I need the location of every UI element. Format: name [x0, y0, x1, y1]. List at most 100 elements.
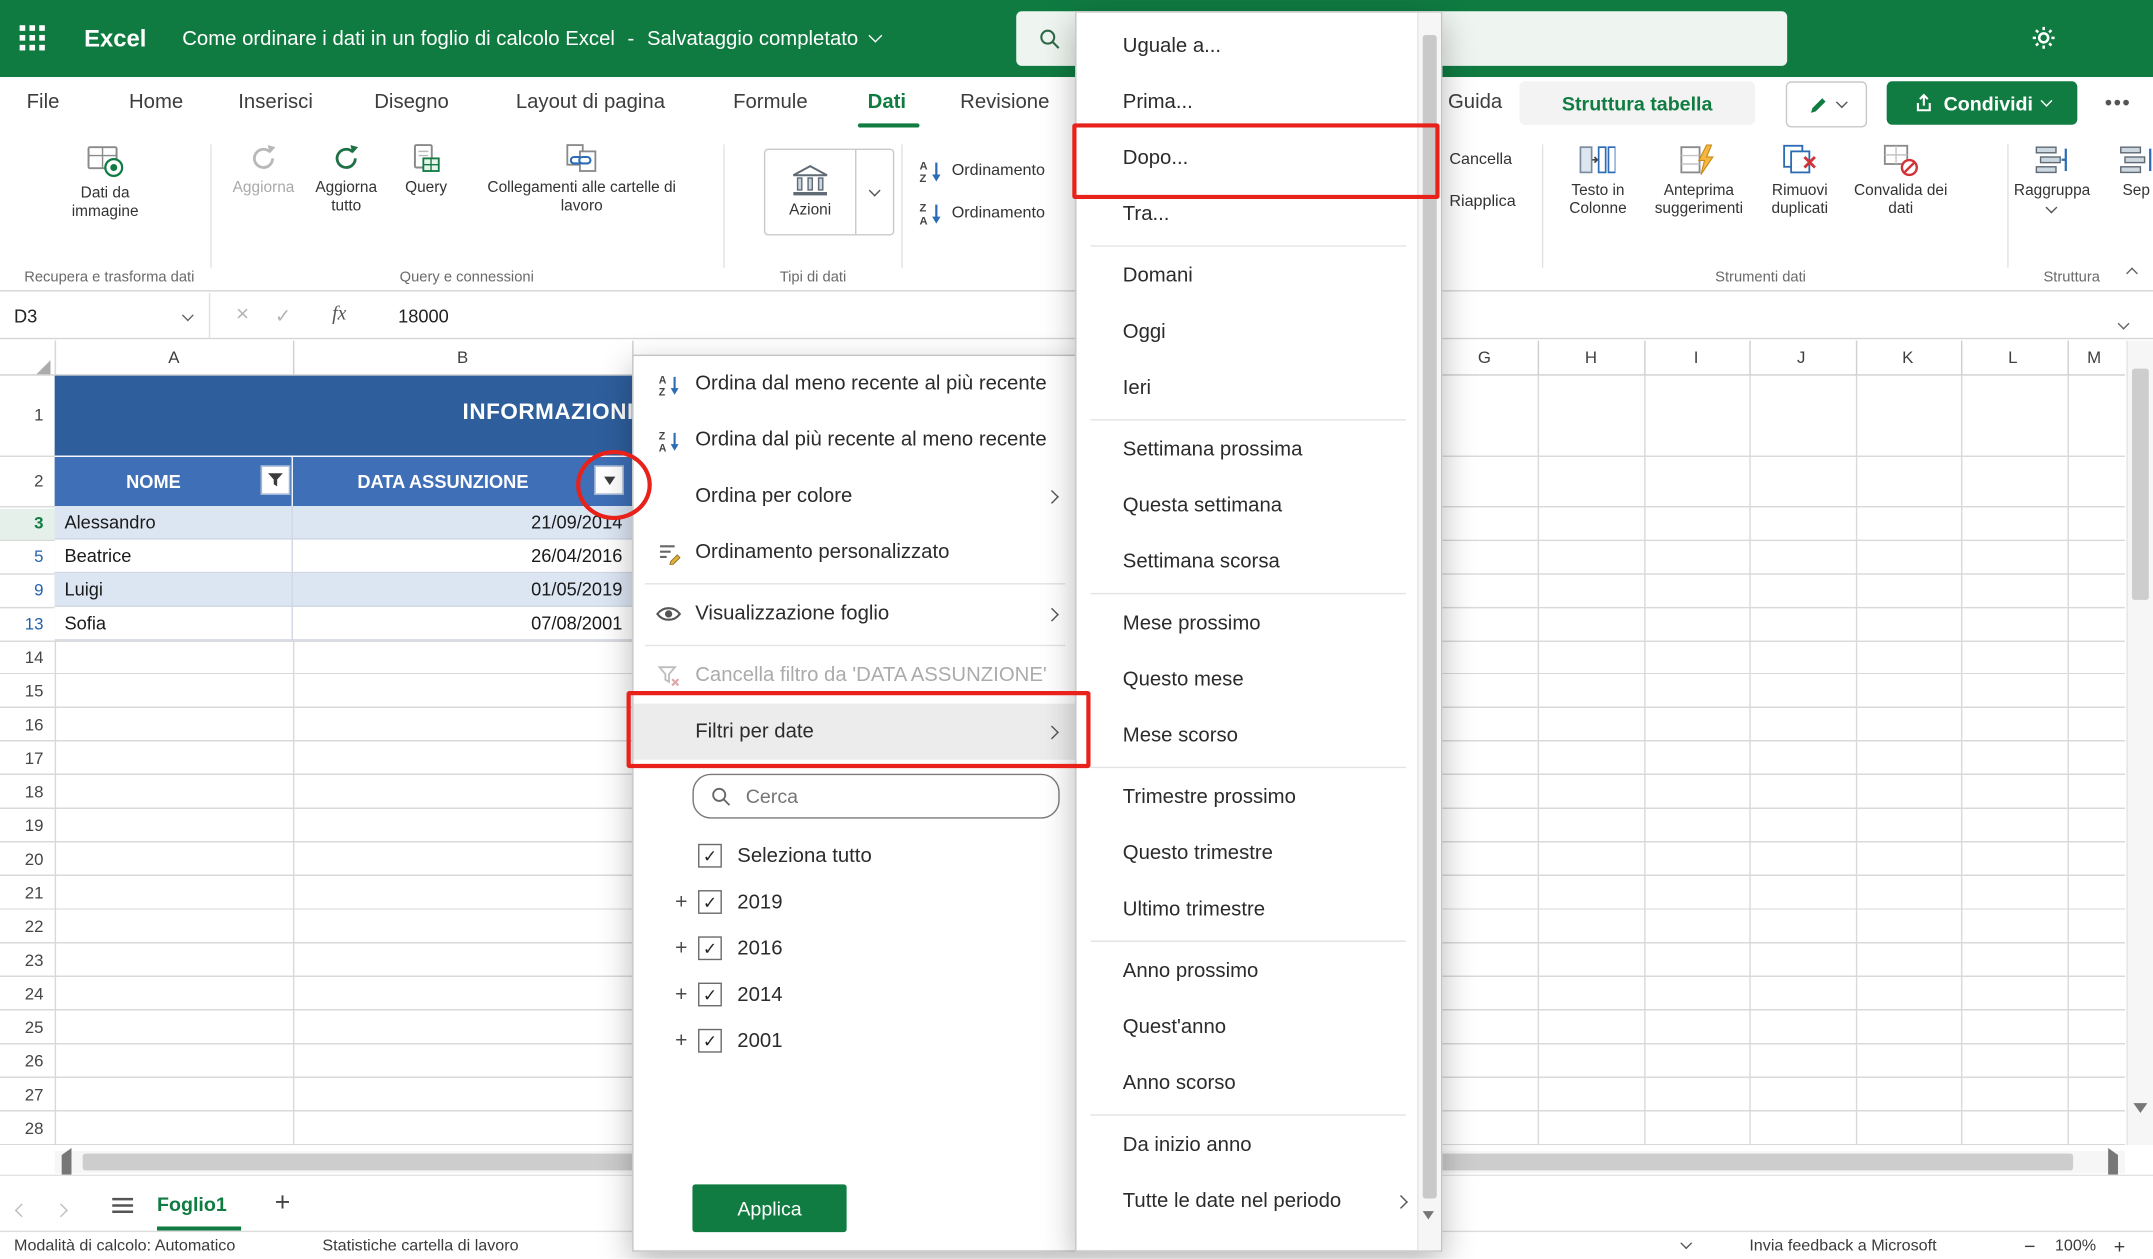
reapply-filter-button[interactable]: Riapplica [1449, 186, 1515, 217]
flash-fill-button[interactable]: Anteprima suggerimenti [1655, 143, 1743, 219]
checkbox-checked[interactable]: ✓ [698, 1029, 722, 1053]
more-options-icon[interactable]: ••• [2094, 81, 2142, 124]
row-header-23[interactable]: 23 [0, 950, 43, 970]
insert-function-fx-icon[interactable]: fx [321, 293, 357, 338]
status-options-chevron-icon[interactable] [1682, 1232, 1690, 1259]
menu-item-last-quarter[interactable]: Ultimo trimestre [1077, 882, 1420, 938]
select-all-corner[interactable] [36, 360, 50, 374]
actions-dropdown[interactable] [856, 150, 892, 234]
col-header-I[interactable]: I [1694, 348, 1699, 368]
filter-option-2014[interactable]: + ✓ 2014 [634, 971, 1077, 1017]
col-header-J[interactable]: J [1797, 348, 1805, 368]
row-header-9[interactable]: 9 [0, 580, 43, 600]
data-validation-button[interactable]: Convalida dei dati [1854, 143, 1947, 219]
menu-item-yesterday[interactable]: Ieri [1077, 360, 1420, 416]
col-header-K[interactable]: K [1902, 348, 1913, 368]
zoom-out-icon[interactable]: − [2024, 1232, 2035, 1259]
ungroup-rows-button[interactable]: Sep [2118, 143, 2153, 200]
tab-home[interactable]: Home [129, 77, 183, 127]
row-header-17[interactable]: 17 [0, 749, 43, 769]
menu-item-this-quarter[interactable]: Questo trimestre [1077, 826, 1420, 882]
refresh-button-disabled[interactable]: Aggiorna [233, 143, 295, 198]
row-header-14[interactable]: 14 [0, 648, 43, 668]
row-header-2[interactable]: 2 [0, 471, 43, 491]
row-header-15[interactable]: 15 [0, 681, 43, 701]
all-sheets-menu-icon[interactable] [112, 1196, 133, 1221]
formula-cancel-icon[interactable]: × [227, 293, 258, 338]
cell-b5[interactable]: 26/04/2016 [293, 540, 632, 574]
menu-item-equals[interactable]: Uguale a... [1077, 18, 1420, 74]
cell-b13[interactable]: 07/08/2001 [293, 607, 632, 641]
nome-filter-button[interactable] [261, 465, 290, 494]
tab-dati[interactable]: Dati [868, 77, 906, 127]
row-header-28[interactable]: 28 [0, 1119, 43, 1139]
menu-item-sort-by-color[interactable]: Ordina per colore [634, 468, 1077, 524]
menu-item-before[interactable]: Prima... [1077, 74, 1420, 130]
row-header-19[interactable]: 19 [0, 816, 43, 836]
next-sheet-chevron-icon[interactable] [56, 1197, 66, 1222]
remove-duplicates-button[interactable]: Rimuovi duplicati [1771, 143, 1828, 219]
app-name[interactable]: Excel [84, 0, 146, 77]
document-title[interactable]: Come ordinare i dati in un foglio di cal… [182, 27, 615, 49]
row-header-26[interactable]: 26 [0, 1051, 43, 1071]
row-header-3[interactable]: 3 [0, 513, 43, 533]
scroll-down-arrow-icon[interactable] [2133, 1113, 2147, 1138]
menu-item-last-week[interactable]: Settimana scorsa [1077, 534, 1420, 590]
menu-item-last-year[interactable]: Anno scorso [1077, 1055, 1420, 1111]
sort-ascending-button[interactable]: A Z Ordinamento [918, 156, 1045, 187]
vertical-scrollbar[interactable] [2126, 341, 2153, 1146]
checkbox-checked[interactable]: ✓ [698, 936, 722, 960]
tab-layout[interactable]: Layout di pagina [516, 77, 665, 127]
menu-item-today[interactable]: Oggi [1077, 304, 1420, 360]
col-header-M[interactable]: M [2087, 348, 2101, 368]
menu-item-this-week[interactable]: Questa settimana [1077, 478, 1420, 534]
filter-search-box[interactable] [692, 774, 1059, 819]
cell-a13[interactable]: Sofia [55, 607, 293, 641]
checkbox-checked[interactable]: ✓ [698, 890, 722, 914]
group-rows-button[interactable]: Raggruppa [2014, 143, 2090, 211]
row-header-13[interactable]: 13 [0, 614, 43, 634]
menu-item-sort-newest[interactable]: Z A Ordina dal più recente al meno recen… [634, 412, 1077, 468]
vertical-scroll-thumb[interactable] [2132, 369, 2149, 600]
workbook-stats[interactable]: Statistiche cartella di lavoro [322, 1232, 518, 1259]
filter-option-select-all[interactable]: ✓ Seleziona tutto [634, 833, 1077, 879]
expand-formula-bar-chevron-icon[interactable] [2119, 311, 2127, 332]
tab-revisione[interactable]: Revisione [960, 77, 1049, 127]
sheet-tab-foglio1[interactable]: Foglio1 [157, 1176, 227, 1231]
row-header-22[interactable]: 22 [0, 917, 43, 937]
scroll-down-arrow-icon[interactable] [1423, 1219, 1434, 1244]
save-status[interactable]: Salvataggio completato [647, 27, 858, 49]
tab-file[interactable]: File [27, 77, 60, 127]
filter-search-input[interactable] [743, 784, 1029, 809]
tab-disegno[interactable]: Disegno [374, 77, 449, 127]
filter-option-2016[interactable]: + ✓ 2016 [634, 925, 1077, 971]
filter-option-2019[interactable]: + ✓ 2019 [634, 879, 1077, 925]
share-button[interactable]: Condividi [1887, 81, 2078, 124]
menu-item-sort-oldest[interactable]: A Z Ordina dal meno recente al più recen… [634, 356, 1077, 412]
checkbox-checked[interactable]: ✓ [698, 844, 722, 868]
row-header-16[interactable]: 16 [0, 715, 43, 735]
menu-item-next-quarter[interactable]: Trimestre prossimo [1077, 770, 1420, 826]
menu-item-sheet-view[interactable]: Visualizzazione foglio [634, 586, 1077, 642]
add-sheet-button[interactable]: + [275, 1176, 291, 1231]
col-header-B[interactable]: B [457, 348, 468, 368]
editing-mode-button[interactable] [1786, 81, 1867, 127]
cell-b9[interactable]: 01/05/2019 [293, 573, 632, 607]
filter-option-2001[interactable]: + ✓ 2001 [634, 1018, 1077, 1064]
prev-sheet-chevron-icon[interactable] [17, 1197, 27, 1222]
col-header-G[interactable]: G [1478, 348, 1491, 368]
settings-gear-icon[interactable] [2030, 24, 2058, 59]
cell-a9[interactable]: Luigi [55, 573, 293, 607]
row-header-20[interactable]: 20 [0, 849, 43, 869]
formula-confirm-icon[interactable]: ✓ [268, 293, 299, 338]
row-header-18[interactable]: 18 [0, 782, 43, 802]
menu-item-tomorrow[interactable]: Domani [1077, 248, 1420, 304]
app-launcher-waffle-icon[interactable] [17, 22, 48, 60]
col-header-L[interactable]: L [2008, 348, 2017, 368]
col-header-A[interactable]: A [168, 348, 179, 368]
actions-main[interactable]: Azioni [765, 150, 856, 234]
tab-formule[interactable]: Formule [733, 77, 808, 127]
row-header-5[interactable]: 5 [0, 547, 43, 567]
menu-item-next-week[interactable]: Settimana prossima [1077, 422, 1420, 478]
row-header-25[interactable]: 25 [0, 1018, 43, 1038]
